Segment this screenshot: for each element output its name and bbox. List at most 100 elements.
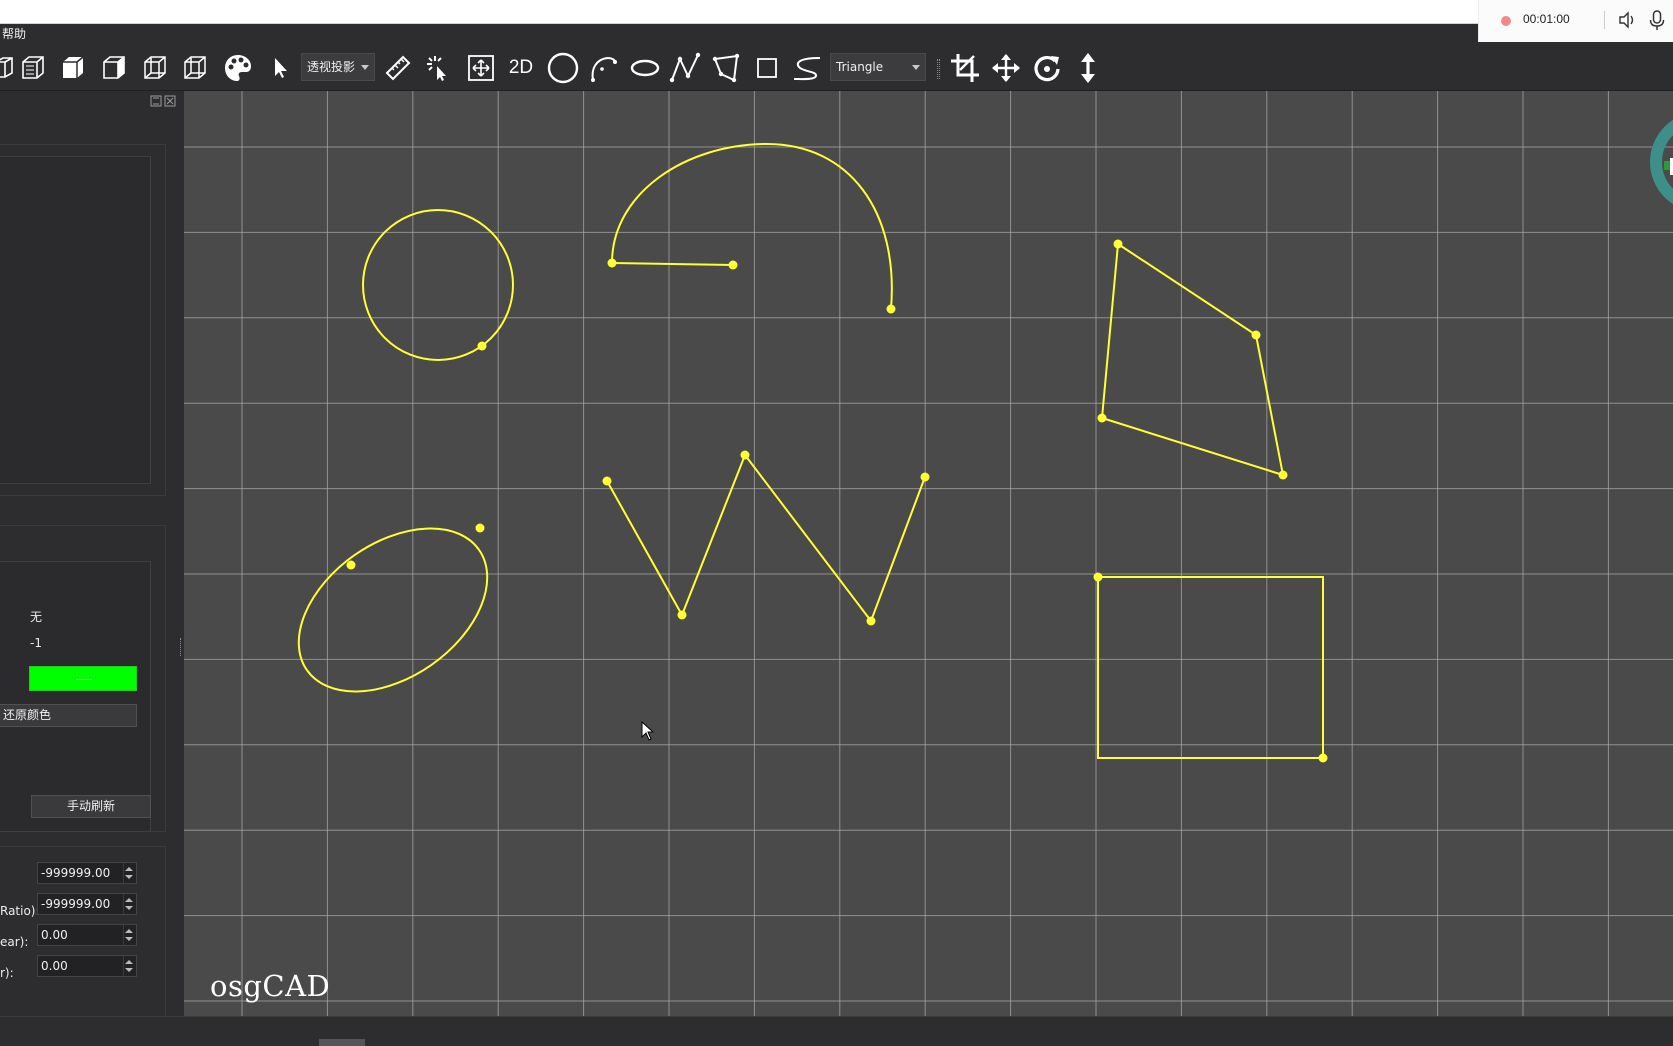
chevron-down-icon	[912, 65, 920, 70]
taskbar-tab[interactable]	[319, 1039, 365, 1046]
status-bar	[0, 1016, 1673, 1046]
draw-polyline-icon[interactable]	[667, 51, 703, 85]
shape-vertex[interactable]	[1278, 470, 1288, 480]
osgcad-window: 帮助 00:01:00 透视投影 2D Triangle 无 -1 还原颜色 手…	[0, 0, 1673, 1046]
record-timer: 00:01:00	[1523, 12, 1570, 26]
menu-help[interactable]: 帮助	[0, 24, 28, 45]
shape-vertex[interactable]	[740, 450, 750, 460]
grid-lines	[184, 91, 1673, 1016]
main-toolbar: 透视投影 2D Triangle	[0, 45, 1673, 91]
shape-vertex[interactable]	[1318, 753, 1328, 763]
draw-rectangle-icon[interactable]	[749, 51, 785, 85]
screen-recorder-widget: 00:01:00	[1478, 0, 1673, 42]
spin-down-icon[interactable]	[125, 937, 133, 941]
spin-up-icon[interactable]	[125, 898, 133, 902]
view-front-icon[interactable]	[15, 51, 51, 85]
restore-color-button[interactable]: 还原颜色	[0, 704, 137, 727]
field-label-3: ear):	[0, 935, 29, 949]
view-top-icon[interactable]	[55, 51, 91, 85]
shape-vertex[interactable]	[477, 341, 487, 351]
measure-ruler-icon[interactable]	[380, 51, 416, 85]
spin-down-icon[interactable]	[125, 968, 133, 972]
appearance-inner	[0, 561, 151, 832]
vertical-move-icon[interactable]	[1070, 51, 1106, 85]
osgcad-watermark: osgCAD	[210, 969, 331, 1003]
manual-refresh-button[interactable]: 手动刷新	[31, 795, 151, 818]
rotate-icon[interactable]	[1029, 51, 1065, 85]
spinbox-field-3-value: 0.00	[41, 928, 68, 942]
shape-vertex[interactable]	[1251, 330, 1261, 340]
title-strip	[0, 0, 1673, 24]
view-right-icon[interactable]	[96, 51, 132, 85]
spinbox-field-3[interactable]: 0.00	[37, 924, 137, 946]
shape-arc-radius[interactable]	[611, 262, 734, 266]
select-pointer-icon[interactable]	[262, 51, 298, 85]
shape-vertex[interactable]	[1113, 239, 1123, 249]
spin-down-icon[interactable]	[125, 875, 133, 879]
spinbox-field-4[interactable]: 0.00	[37, 955, 137, 977]
toolbar-grip[interactable]	[937, 59, 940, 79]
color-swatch-button[interactable]	[29, 666, 137, 691]
spinbox-field-4-value: 0.00	[41, 959, 68, 973]
mouse-cursor-icon	[641, 721, 655, 741]
spin-divider	[123, 956, 124, 976]
view-left-icon[interactable]	[177, 51, 213, 85]
shape-vertex[interactable]	[1097, 413, 1107, 423]
layer-value: 无	[30, 610, 43, 624]
shape-vertex[interactable]	[866, 616, 876, 626]
menu-bar: 帮助	[0, 24, 1673, 45]
draw-polygon-icon[interactable]	[708, 51, 744, 85]
shape-rectangle[interactable]	[1097, 576, 1324, 759]
draw-ellipse-icon[interactable]	[627, 51, 663, 85]
dock-float-close-icon[interactable]	[150, 94, 178, 108]
record-indicator-icon[interactable]	[1501, 16, 1511, 26]
shape-vertex[interactable]	[346, 560, 356, 570]
shape-vertex[interactable]	[1093, 572, 1103, 582]
spinbox-field-1-value: -999999.00	[41, 866, 111, 880]
field-label-2: Ratio):	[0, 904, 40, 918]
spin-up-icon[interactable]	[125, 867, 133, 871]
projection-select[interactable]: 透视投影	[301, 53, 375, 81]
spin-divider	[123, 863, 124, 883]
microphone-icon[interactable]	[1647, 9, 1667, 31]
shape-vertex[interactable]	[607, 258, 617, 268]
palette-icon[interactable]	[220, 51, 256, 85]
draw-curve-icon[interactable]	[789, 51, 825, 85]
draw-circle-icon[interactable]	[545, 51, 581, 85]
index-value: -1	[30, 636, 42, 650]
shape-polyline[interactable]	[606, 452, 926, 624]
spinbox-field-1[interactable]: -999999.00	[37, 862, 137, 884]
fit-extent-icon[interactable]	[463, 51, 499, 85]
chevron-down-icon	[361, 65, 369, 70]
shape-vertex[interactable]	[920, 472, 930, 482]
move-icon[interactable]	[988, 51, 1024, 85]
spin-up-icon[interactable]	[125, 929, 133, 933]
spinbox-field-2[interactable]: -999999.00	[37, 893, 137, 915]
view-back-icon[interactable]	[137, 51, 173, 85]
projection-select-value: 透视投影	[307, 60, 356, 74]
drawing-canvas[interactable]	[184, 91, 1673, 1016]
swatch-mark	[76, 679, 92, 680]
draw-arc-icon[interactable]	[585, 51, 621, 85]
shape-vertex[interactable]	[728, 260, 738, 270]
recorder-divider	[1604, 11, 1605, 29]
field-label-4: r):	[0, 966, 14, 980]
navigation-gizmo-icon[interactable]	[1642, 103, 1673, 223]
dock-splitter-handle[interactable]	[180, 638, 182, 656]
shape-vertex[interactable]	[677, 610, 687, 620]
shape-arc[interactable]	[611, 142, 893, 310]
object-list-box[interactable]	[0, 156, 151, 484]
spin-up-icon[interactable]	[125, 960, 133, 964]
pick-point-icon[interactable]	[421, 51, 457, 85]
shape-vertex[interactable]	[886, 304, 896, 314]
shape-polygon[interactable]	[1100, 242, 1285, 477]
mode-2d-button[interactable]: 2D	[503, 51, 539, 85]
shape-type-select[interactable]: Triangle	[830, 53, 926, 81]
shape-vertex[interactable]	[475, 523, 485, 533]
speaker-icon[interactable]	[1617, 10, 1637, 30]
spin-down-icon[interactable]	[125, 906, 133, 910]
spin-divider	[123, 894, 124, 914]
shape-vertex[interactable]	[602, 476, 612, 486]
cad-viewport[interactable]: osgCAD	[184, 91, 1673, 1016]
crop-icon[interactable]	[947, 51, 983, 85]
